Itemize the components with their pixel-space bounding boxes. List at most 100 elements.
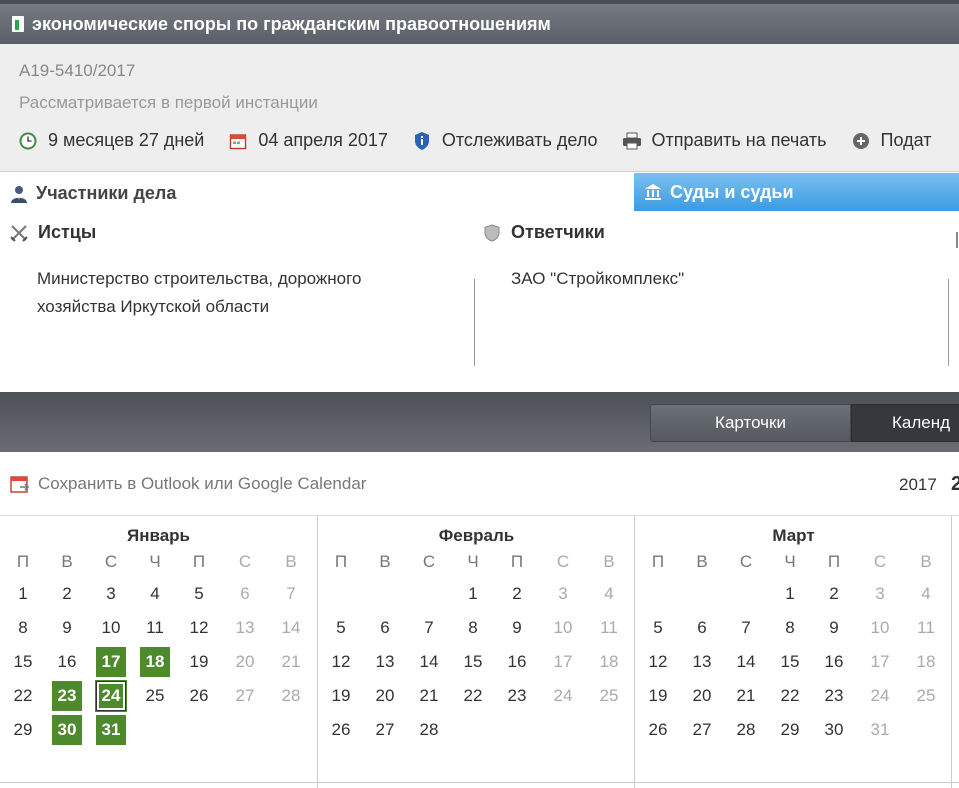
weekday-header: В: [61, 552, 73, 571]
print-label: Отправить на печать: [651, 130, 827, 150]
shield-icon: [483, 223, 501, 242]
calendar-day: 18: [599, 652, 619, 671]
month-name: Январь: [126, 526, 190, 545]
section-tabs: Участники дела Суды и судьи: [0, 173, 959, 211]
calendar-day: 4: [921, 584, 931, 603]
calendar-day: 13: [375, 652, 395, 671]
weekday-header: С: [873, 552, 887, 571]
calendar-day: 25: [916, 686, 936, 705]
calendar-day: 9: [829, 618, 839, 637]
calendar-day: 22: [13, 686, 33, 705]
month-name: Март: [772, 526, 815, 545]
year-next-label[interactable]: 2: [951, 473, 959, 496]
calendar-day: 15: [13, 652, 33, 671]
calendar-event-day[interactable]: 17: [96, 647, 126, 677]
weekday-header: В: [379, 552, 391, 571]
month-name: Февраль: [438, 526, 515, 545]
plaintiffs-title: Истцы: [38, 222, 97, 242]
month-divider: [634, 516, 635, 788]
plaintiff-name-line2: хозяйства Иркутской области: [37, 297, 270, 316]
calendar-day: 3: [106, 584, 116, 603]
submit-button[interactable]: Подат: [851, 130, 932, 151]
month-divider: [317, 516, 318, 788]
calendar-event-day[interactable]: 24: [95, 680, 127, 712]
weekday-header: П: [651, 552, 665, 571]
weekday-header: П: [510, 552, 524, 571]
calendar-day: 23: [824, 686, 844, 705]
defendants-title: Ответчики: [511, 222, 605, 242]
calendar-day: 29: [13, 720, 33, 739]
calendar-day: 10: [101, 618, 121, 637]
weekday-header: В: [285, 552, 297, 571]
calendar-day: 2: [62, 584, 72, 603]
weekday-header: С: [422, 552, 436, 571]
plaintiffs-column: Истцы Министерство строительства, дорожн…: [10, 222, 465, 367]
calendar-event-day[interactable]: 23: [52, 681, 82, 711]
calendar-view-button[interactable]: Календ: [851, 404, 959, 442]
calendar-bottom-border: [0, 782, 959, 783]
document-icon: [12, 16, 24, 32]
track-case-label: Отслеживать дело: [441, 130, 598, 150]
defendant-name[interactable]: ЗАО "Стройкомплекс": [511, 265, 943, 293]
calendar-event-day[interactable]: 30: [52, 715, 82, 745]
save-to-calendar-link[interactable]: Сохранить в Outlook или Google Calendar: [10, 474, 366, 494]
person-icon: [10, 185, 28, 203]
calendar-day: 29: [780, 720, 800, 739]
weekday-header: С: [556, 552, 570, 571]
case-header: А19-5410/2017 Рассматривается в первой и…: [0, 44, 959, 172]
date-label: 04 апреля 2017: [258, 130, 388, 150]
case-actions: 9 месяцев 27 дней 04 апреля 2017 Отслежи…: [18, 130, 955, 151]
page-title: экономические споры по гражданским право…: [32, 13, 551, 34]
calendar-day: 20: [692, 686, 712, 705]
calendar-day: 27: [375, 720, 395, 739]
date-info: 04 апреля 2017: [228, 130, 388, 151]
calendar-day: 20: [235, 652, 255, 671]
calendar-day: 16: [824, 652, 844, 671]
calendar-day: 7: [741, 618, 751, 637]
calendar-day: 24: [553, 686, 573, 705]
calendar-day: 17: [553, 652, 573, 671]
calendar-day: 7: [424, 618, 434, 637]
tab-courts[interactable]: Суды и судьи: [634, 173, 959, 211]
weekday-header: Ч: [149, 552, 161, 571]
calendar-toolbar: Сохранить в Outlook или Google Calendar …: [0, 452, 959, 516]
calendar-day: 15: [463, 652, 483, 671]
calendar-day: 9: [62, 618, 72, 637]
tab-participants[interactable]: Участники дела: [10, 183, 176, 204]
window-titlebar: экономические споры по гражданским право…: [0, 0, 959, 44]
weekday-header: В: [603, 552, 615, 571]
calendar-day: 3: [558, 584, 568, 603]
duration-info: 9 месяцев 27 дней: [18, 130, 204, 151]
calendar-day: 10: [553, 618, 573, 637]
submit-label: Подат: [880, 130, 932, 150]
year-label[interactable]: 2017: [899, 475, 937, 495]
duration-label: 9 месяцев 27 дней: [48, 130, 205, 150]
calendar-day: 26: [648, 720, 668, 739]
weekday-header: С: [104, 552, 118, 571]
calendar-day: 13: [692, 652, 712, 671]
cards-view-button[interactable]: Карточки: [650, 404, 851, 442]
weekday-header: П: [192, 552, 206, 571]
calendar-day: 26: [189, 686, 209, 705]
calendar-day: 6: [380, 618, 390, 637]
track-case-button[interactable]: Отслеживать дело: [412, 130, 598, 151]
shield-info-icon: [412, 131, 432, 151]
calendar-day: 14: [736, 652, 756, 671]
calendar-event-day[interactable]: 31: [96, 715, 126, 745]
calendar-day: 11: [146, 618, 164, 637]
calendar-day: 8: [785, 618, 795, 637]
defendants-title-row: Ответчики: [483, 222, 943, 243]
calendar-day: 21: [419, 686, 439, 705]
print-button[interactable]: Отправить на печать: [622, 130, 827, 151]
calendar-day: 4: [150, 584, 160, 603]
calendar-day: 11: [600, 618, 618, 637]
calendar-event-day[interactable]: 18: [140, 647, 170, 677]
calendar-day: 1: [785, 584, 795, 603]
weekday-header: С: [238, 552, 252, 571]
weekday-header: П: [16, 552, 30, 571]
calendar-icon: [228, 131, 248, 151]
plaintiff-name[interactable]: Министерство строительства, дорожного хо…: [37, 265, 465, 321]
weekday-header: П: [827, 552, 841, 571]
calendar-day: 12: [331, 652, 351, 671]
calendar-day: 20: [375, 686, 395, 705]
